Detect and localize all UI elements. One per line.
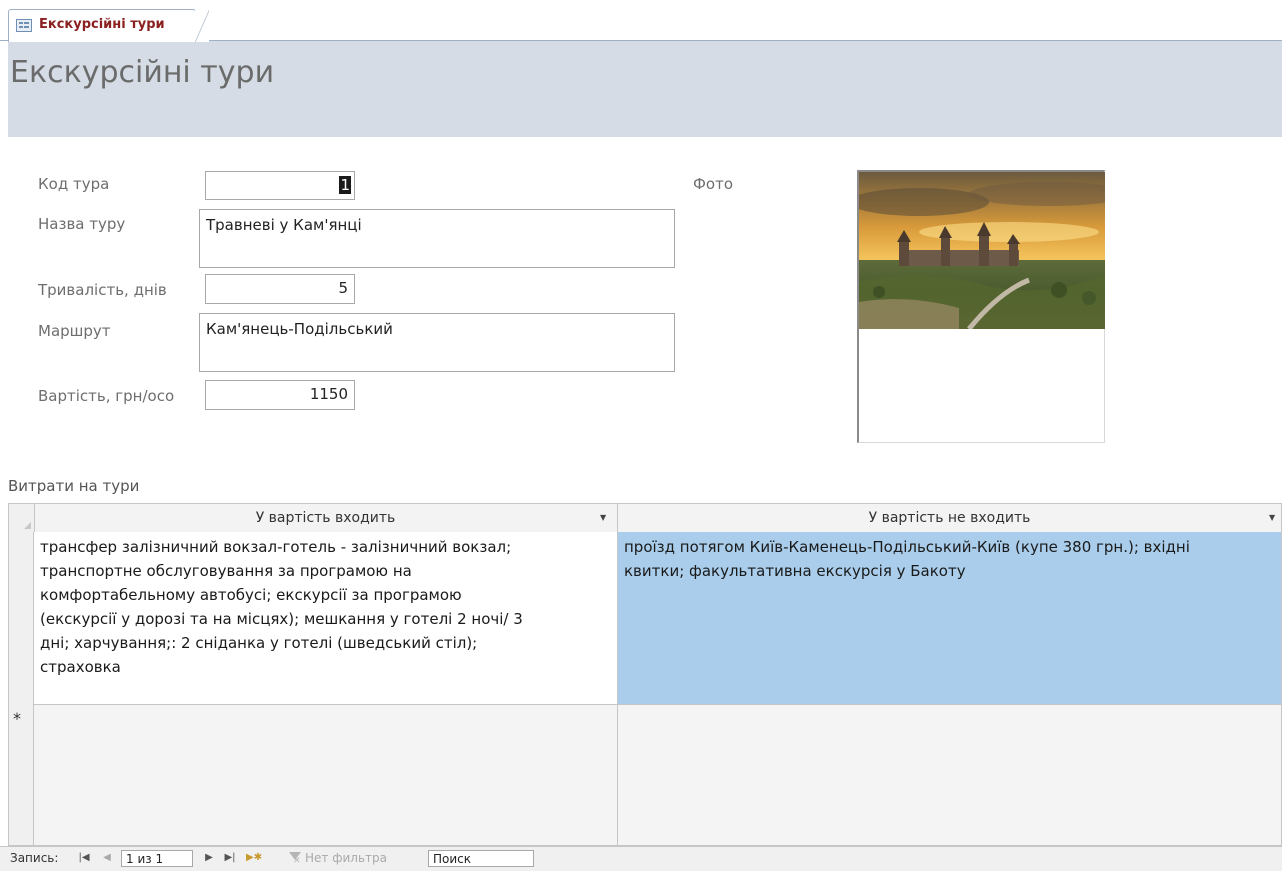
row-selector[interactable] bbox=[9, 532, 34, 705]
photo-field[interactable] bbox=[857, 170, 1105, 443]
filter-status[interactable]: Нет фильтра bbox=[305, 851, 387, 865]
code-value: 1 bbox=[339, 176, 351, 194]
castle-photo bbox=[859, 172, 1105, 329]
cell-included[interactable]: трансфер залізничний вокзал-готель - зал… bbox=[34, 532, 618, 705]
new-record-asterisk: * bbox=[13, 709, 21, 728]
search-input[interactable]: Поиск bbox=[428, 850, 534, 867]
duration-field[interactable]: 5 bbox=[205, 274, 355, 304]
select-all-corner[interactable] bbox=[9, 504, 35, 532]
datasheet-header: У вартість входить ▼ У вартість не входи… bbox=[9, 504, 1281, 533]
column-header-included[interactable]: У вартість входить bbox=[34, 504, 618, 532]
code-field[interactable]: 1 bbox=[205, 171, 355, 200]
record-label: Запись: bbox=[10, 851, 59, 865]
new-cell-excluded[interactable] bbox=[618, 705, 1281, 845]
form-header: Екскурсійні тури bbox=[8, 41, 1282, 137]
record-navigation-bar: Запись: |◀ ◀ 1 из 1 ▶ ▶| ▶✱ ✕ Нет фильтр… bbox=[0, 846, 1282, 871]
subform-label: Витрати на тури bbox=[8, 477, 140, 495]
photo-label: Фото bbox=[693, 175, 734, 193]
cell-excluded[interactable]: проїзд потягом Київ-Каменець-Подільський… bbox=[618, 532, 1281, 705]
duration-label: Тривалість, днів bbox=[38, 281, 167, 299]
record-position-input[interactable]: 1 из 1 bbox=[121, 850, 193, 867]
route-label: Маршрут bbox=[38, 322, 111, 340]
column-excluded-dropdown-icon[interactable]: ▼ bbox=[1269, 504, 1275, 532]
last-record-icon[interactable]: ▶| bbox=[223, 850, 237, 866]
price-field[interactable]: 1150 bbox=[205, 380, 355, 410]
new-record-icon[interactable]: ▶✱ bbox=[246, 850, 262, 866]
name-label: Назва туру bbox=[38, 215, 126, 233]
next-record-icon[interactable]: ▶ bbox=[202, 850, 216, 866]
column-header-included-label: У вартість входить bbox=[255, 510, 396, 526]
document-tab-strip: Екскурсійні тури bbox=[0, 0, 1282, 42]
column-header-excluded-label: У вартість не входить bbox=[868, 510, 1031, 526]
costs-datasheet: У вартість входить ▼ У вартість не входи… bbox=[8, 503, 1282, 846]
filter-clear-icon: ✕ bbox=[293, 856, 301, 866]
new-row-selector[interactable]: * bbox=[9, 705, 34, 845]
code-label: Код тура bbox=[38, 175, 110, 193]
form-title: Екскурсійні тури bbox=[10, 55, 275, 90]
first-record-icon[interactable]: |◀ bbox=[77, 850, 91, 866]
form-icon bbox=[16, 19, 32, 32]
form-tab[interactable]: Екскурсійні тури bbox=[8, 9, 209, 42]
route-field[interactable]: Кам'янець-Подільський bbox=[199, 313, 675, 372]
column-header-excluded[interactable]: У вартість не входить bbox=[618, 504, 1281, 532]
name-field[interactable]: Травневі у Кам'янці bbox=[199, 209, 675, 268]
column-included-dropdown-icon[interactable]: ▼ bbox=[600, 504, 606, 532]
form-tab-label: Екскурсійні тури bbox=[39, 17, 165, 32]
new-cell-included[interactable] bbox=[34, 705, 618, 845]
price-label: Вартість, грн/осо bbox=[38, 387, 175, 405]
previous-record-icon[interactable]: ◀ bbox=[100, 850, 114, 866]
